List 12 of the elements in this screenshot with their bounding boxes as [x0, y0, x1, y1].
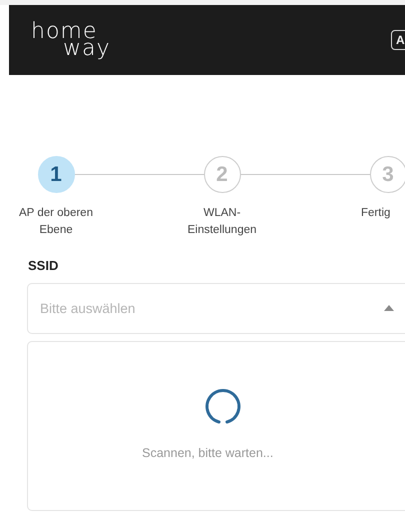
step-indicator: 2 [204, 156, 240, 193]
step-label: Fertig [361, 206, 390, 221]
step-indicator: 1 [38, 156, 74, 193]
logo: home way [31, 23, 110, 57]
language-button[interactable]: A [391, 30, 405, 50]
step-indicator: 3 [370, 156, 405, 193]
loading-message: Scannen, bitte warten... [142, 446, 274, 460]
step-label: WLAN-Einstellungen [186, 206, 258, 238]
ssid-select[interactable]: Bitte auswählen [27, 283, 405, 334]
step-label: AP der oberen Ebene [18, 206, 94, 238]
field-label: SSID [28, 258, 60, 273]
loading-spinner-icon [204, 387, 242, 425]
